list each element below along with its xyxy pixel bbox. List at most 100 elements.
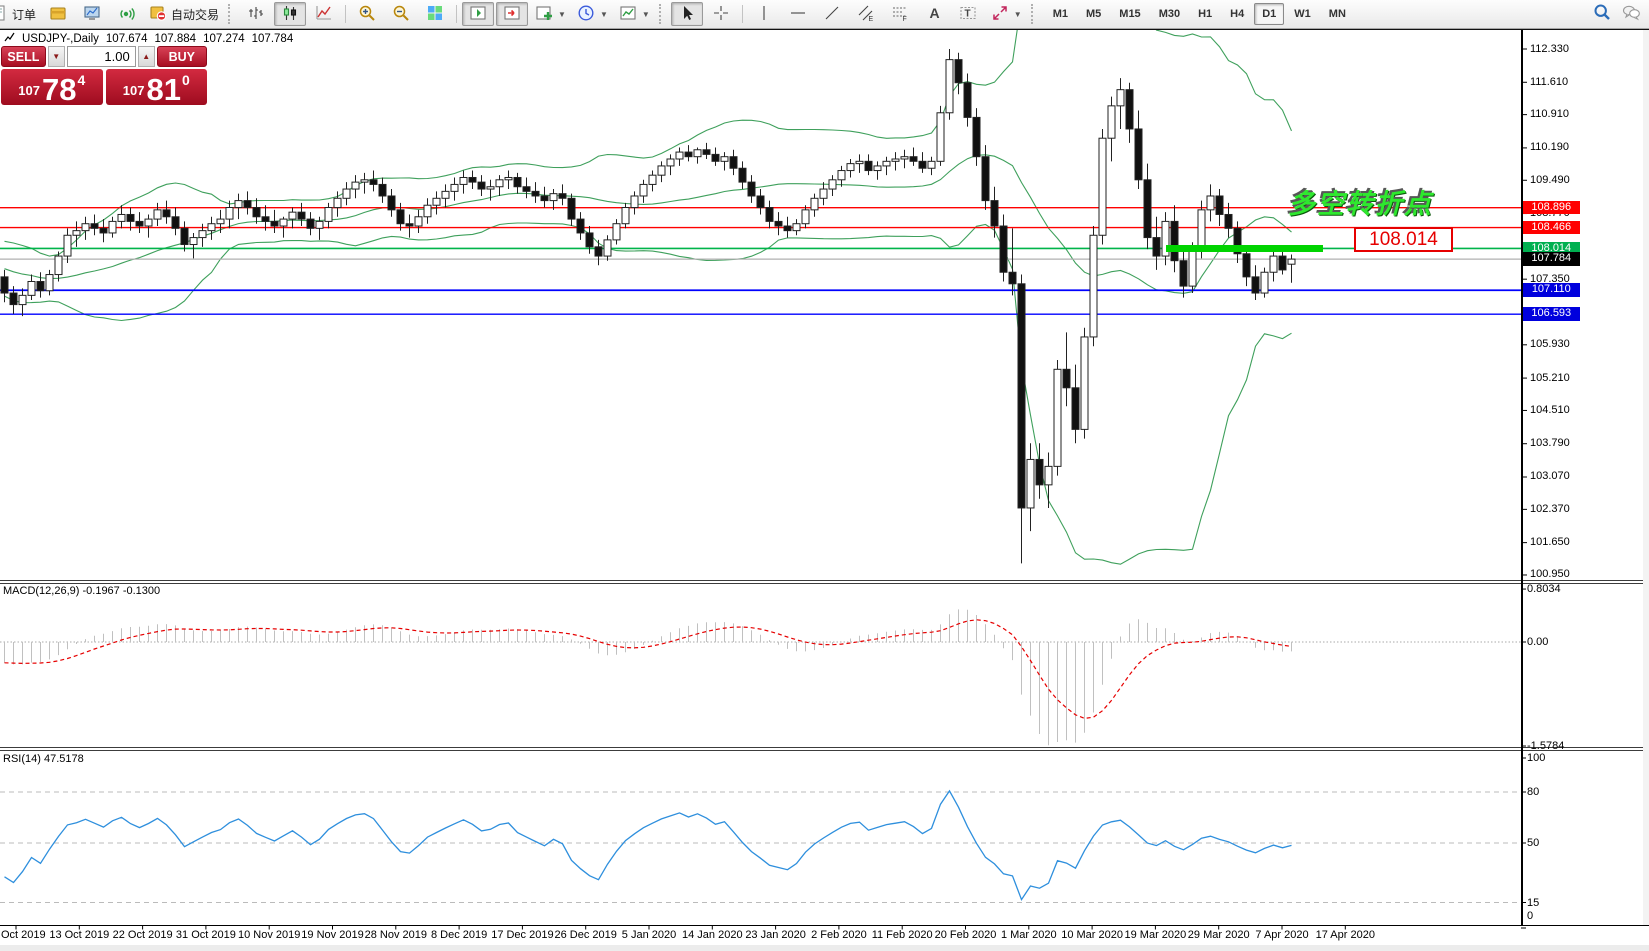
toolbar-separator <box>345 5 346 23</box>
text-button[interactable]: A <box>918 2 950 26</box>
zoom-out-button[interactable] <box>385 2 417 26</box>
sell-price-big: 78 <box>42 76 76 103</box>
price-axis-tick: 102.370 <box>1530 503 1570 515</box>
buy-price-button[interactable]: 107810 <box>106 69 208 105</box>
volume-input[interactable] <box>67 46 136 67</box>
timeframe-w1[interactable]: W1 <box>1286 3 1319 25</box>
periods-button[interactable]: ▼ <box>572 2 612 26</box>
support-zone-bar[interactable] <box>1166 245 1324 252</box>
market-watch-button[interactable] <box>76 2 108 26</box>
arrows-icon <box>990 3 1010 26</box>
search-icon[interactable] <box>1592 2 1612 27</box>
date-axis-label: 14 Jan 2020 <box>682 929 743 941</box>
main-toolbar: 订单 自动交易 ▼ ▼ ▼ E F A T ▼ M1M5M15M30H1H4D1W1MN <box>0 0 1649 29</box>
auto-scroll-icon <box>502 3 522 26</box>
channel-button[interactable]: E <box>850 2 882 26</box>
price-tag-annotation[interactable]: 108.014 <box>1354 227 1453 252</box>
toolbar-button-label: 订单 <box>12 6 36 23</box>
cursor-icon <box>677 3 697 26</box>
auto-trading-button[interactable]: 自动交易 <box>144 2 223 26</box>
vertical-line-icon <box>754 3 774 26</box>
date-axis-label: 29 Mar 2020 <box>1188 929 1250 941</box>
price-badge-108.896: 108.896 <box>1523 201 1580 215</box>
svg-text:A: A <box>929 5 939 21</box>
new-order-button[interactable]: 订单 <box>0 2 40 26</box>
panel-resize-separator[interactable] <box>0 580 1649 584</box>
sell-button[interactable]: SELL <box>1 46 46 67</box>
timeframe-d1[interactable]: D1 <box>1254 3 1284 25</box>
timeframe-m30[interactable]: M30 <box>1151 3 1188 25</box>
timeframe-toolbar: M1M5M15M30H1H4D1W1MN <box>1044 3 1355 25</box>
crosshair-button[interactable] <box>705 2 737 26</box>
timeframe-h4[interactable]: H4 <box>1222 3 1252 25</box>
candlestick-button[interactable] <box>274 2 306 26</box>
date-axis-label: 28 Nov 2019 <box>365 929 427 941</box>
fibonacci-icon: F <box>890 3 910 26</box>
price-axis-tick: 103.070 <box>1530 470 1570 482</box>
price-axis-tick: 100.950 <box>1530 568 1570 580</box>
candlestick-icon <box>280 3 300 26</box>
ohlc-close: 107.784 <box>252 33 294 45</box>
timeframe-mn[interactable]: MN <box>1321 3 1354 25</box>
timeframe-m5[interactable]: M5 <box>1078 3 1109 25</box>
buy-button[interactable]: BUY <box>157 46 207 67</box>
line-chart-button[interactable] <box>308 2 340 26</box>
bar-chart-button[interactable] <box>240 2 272 26</box>
volume-increase-button[interactable]: ▲ <box>138 46 155 67</box>
rsi-name: RSI(14) <box>3 753 41 765</box>
chevron-down-icon[interactable]: ▼ <box>642 10 650 19</box>
sell-price-button[interactable]: 107784 <box>1 69 103 105</box>
horizontal-line-button[interactable] <box>782 2 814 26</box>
signals-button[interactable] <box>110 2 142 26</box>
date-axis-label: Oct 2019 <box>1 929 46 941</box>
price-badge-107.784: 107.784 <box>1523 252 1580 266</box>
timeframe-h1[interactable]: H1 <box>1190 3 1220 25</box>
text-label-icon: T <box>958 3 978 26</box>
chart-plot[interactable] <box>0 0 1649 951</box>
indicators-button[interactable]: ▼ <box>530 2 570 26</box>
date-axis-label: 7 Apr 2020 <box>1255 929 1308 941</box>
time-axis-border <box>0 925 1649 927</box>
panel-resize-separator[interactable] <box>0 747 1649 751</box>
svg-text:E: E <box>868 16 873 23</box>
trendline-button[interactable] <box>816 2 848 26</box>
volume-decrease-button[interactable]: ▼ <box>48 46 65 67</box>
macd-values: -0.1967 -0.1300 <box>82 585 160 597</box>
toolbar-grip[interactable] <box>1031 4 1038 24</box>
price-axis-tick: 112.330 <box>1530 43 1569 55</box>
zoom-in-icon <box>357 3 377 26</box>
chart-shift-button[interactable] <box>462 2 494 26</box>
toolbar-grip[interactable] <box>228 4 235 24</box>
price-axis-tick: 111.610 <box>1530 76 1568 88</box>
history-center-button[interactable] <box>42 2 74 26</box>
timeframe-m1[interactable]: M1 <box>1045 3 1076 25</box>
buy-price-big: 81 <box>146 76 180 103</box>
date-axis-label: 10 Mar 2020 <box>1061 929 1123 941</box>
date-axis-label: 19 Nov 2019 <box>301 929 363 941</box>
timeframe-m15[interactable]: M15 <box>1111 3 1148 25</box>
chevron-down-icon[interactable]: ▼ <box>558 10 566 19</box>
macd-name: MACD(12,26,9) <box>3 585 79 597</box>
chevron-down-icon[interactable]: ▼ <box>1014 10 1022 19</box>
zoom-in-button[interactable] <box>351 2 383 26</box>
chart-template-icon <box>618 3 638 26</box>
auto-scroll-button[interactable] <box>496 2 528 26</box>
tile-windows-icon <box>425 3 445 26</box>
toolbar-grip[interactable] <box>659 4 666 24</box>
fibonacci-button[interactable]: F <box>884 2 916 26</box>
rsi-axis-tick: 100 <box>1527 752 1545 764</box>
toolbar-right-icons <box>1592 2 1649 27</box>
cursor-button[interactable] <box>671 2 703 26</box>
arrows-button[interactable]: ▼ <box>986 2 1026 26</box>
chevron-down-icon[interactable]: ▼ <box>600 10 608 19</box>
text-label-button[interactable]: T <box>952 2 984 26</box>
chat-icon[interactable] <box>1621 2 1641 27</box>
templates-button[interactable]: ▼ <box>614 2 654 26</box>
tile-windows-button[interactable] <box>419 2 451 26</box>
add-indicator-icon <box>534 3 554 26</box>
one-click-trading-panel: SELL ▼ ▲ BUY 107784 107810 <box>1 46 207 105</box>
vertical-line-button[interactable] <box>748 2 780 26</box>
zoom-out-icon <box>391 3 411 26</box>
rsi-line <box>5 791 1292 900</box>
chart-shift-icon <box>468 3 488 26</box>
